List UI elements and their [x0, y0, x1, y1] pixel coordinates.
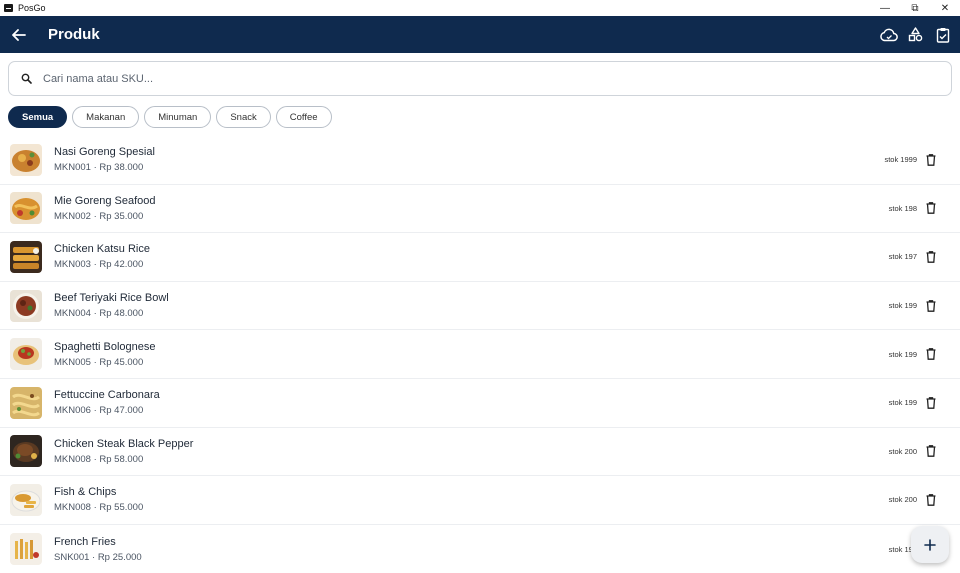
app-bar: Produk — [0, 16, 960, 53]
search-icon — [20, 73, 32, 85]
clipboard-check-icon — [936, 27, 949, 43]
product-sku-price: MKN008 · Rp 55.000 — [54, 502, 144, 514]
delete-product-button[interactable] — [924, 347, 937, 361]
search-box — [8, 61, 952, 96]
window-controls: — ⧉ ✕ — [870, 0, 960, 16]
product-row[interactable]: Spaghetti Bolognese MKN005 · Rp 45.000 s… — [0, 330, 960, 379]
add-product-button[interactable] — [911, 526, 949, 563]
back-arrow-icon — [12, 28, 26, 41]
trash-icon — [926, 299, 935, 312]
back-button[interactable] — [10, 26, 28, 44]
product-row[interactable]: Chicken Steak Black Pepper MKN008 · Rp 5… — [0, 428, 960, 477]
sync-button[interactable] — [875, 21, 902, 48]
product-stock: stok 199 — [888, 398, 917, 408]
trash-icon — [926, 396, 935, 409]
product-row[interactable]: Beef Teriyaki Rice Bowl MKN004 · Rp 48.0… — [0, 282, 960, 331]
category-icon — [908, 27, 923, 42]
delete-product-button[interactable] — [924, 299, 937, 313]
product-sku-price: MKN001 · Rp 38.000 — [54, 162, 144, 174]
category-filter-chips: Semua Makanan Minuman Snack Coffee — [8, 106, 337, 128]
product-sku-price: SNK001 · Rp 25.000 — [54, 551, 142, 563]
filter-chip-semua[interactable]: Semua — [8, 106, 68, 128]
product-thumbnail — [10, 192, 42, 225]
filter-chip-makanan[interactable]: Makanan — [72, 106, 140, 128]
product-name: French Fries — [54, 535, 116, 548]
product-stock: stok 198 — [888, 203, 917, 213]
app-icon — [4, 4, 13, 12]
product-stock: stok 197 — [888, 252, 917, 262]
product-row[interactable]: Fish & Chips MKN008 · Rp 55.000 stok 200 — [0, 476, 960, 525]
product-row[interactable]: Nasi Goreng Spesial MKN001 · Rp 38.000 s… — [0, 136, 960, 185]
product-name: Fettuccine Carbonara — [54, 389, 160, 402]
product-name: Spaghetti Bolognese — [54, 340, 156, 353]
product-list: Nasi Goreng Spesial MKN001 · Rp 38.000 s… — [0, 136, 960, 573]
product-row[interactable]: Fettuccine Carbonara MKN006 · Rp 47.000 … — [0, 379, 960, 428]
product-name: Chicken Katsu Rice — [54, 243, 150, 256]
trash-icon — [926, 251, 935, 263]
product-sku-price: MKN005 · Rp 45.000 — [54, 356, 144, 368]
product-sku-price: MKN002 · Rp 35.000 — [54, 210, 144, 222]
product-stock: stok 1999 — [884, 155, 917, 165]
trash-icon — [926, 202, 935, 215]
product-thumbnail — [10, 435, 42, 468]
cloud-sync-icon — [879, 28, 898, 41]
product-row[interactable]: French Fries SNK001 · Rp 25.000 stok 199 — [0, 525, 960, 573]
filter-chip-snack[interactable]: Snack — [216, 106, 271, 128]
product-name: Chicken Steak Black Pepper — [54, 437, 194, 450]
product-row[interactable]: Mie Goreng Seafood MKN002 · Rp 35.000 st… — [0, 185, 960, 234]
filter-chip-coffee[interactable]: Coffee — [275, 106, 332, 128]
search-input[interactable] — [43, 72, 923, 85]
product-stock: stok 200 — [888, 446, 917, 456]
delete-product-button[interactable] — [924, 444, 937, 458]
product-thumbnail — [10, 483, 42, 516]
trash-icon — [926, 494, 935, 506]
product-sku-price: MKN008 · Rp 58.000 — [54, 453, 144, 465]
product-stock: stok 199 — [888, 301, 917, 311]
delete-product-button[interactable] — [924, 493, 937, 507]
product-name: Beef Teriyaki Rice Bowl — [54, 292, 169, 305]
window-title: PosGo — [18, 3, 46, 13]
product-stock: stok 199 — [888, 349, 917, 359]
minimize-button[interactable]: — — [870, 0, 900, 16]
delete-product-button[interactable] — [924, 250, 937, 264]
product-name: Nasi Goreng Spesial — [54, 146, 155, 159]
product-thumbnail — [10, 533, 42, 566]
filter-chip-minuman[interactable]: Minuman — [144, 106, 212, 128]
product-thumbnail — [10, 240, 42, 273]
product-name: Mie Goreng Seafood — [54, 194, 156, 207]
delete-product-button[interactable] — [924, 201, 937, 215]
product-sku-price: MKN004 · Rp 48.000 — [54, 308, 144, 320]
add-icon — [924, 538, 936, 551]
stock-opname-button[interactable] — [929, 21, 956, 48]
product-sku-price: MKN006 · Rp 47.000 — [54, 405, 144, 417]
trash-icon — [926, 348, 935, 361]
product-stock: stok 200 — [888, 495, 917, 505]
product-thumbnail — [10, 289, 42, 322]
product-sku-price: MKN003 · Rp 42.000 — [54, 259, 144, 271]
delete-product-button[interactable] — [924, 396, 937, 410]
trash-icon — [926, 153, 935, 166]
page-title: Produk — [48, 26, 100, 43]
appbar-actions — [875, 16, 956, 53]
restore-button[interactable]: ⧉ — [900, 0, 930, 16]
product-thumbnail — [10, 386, 42, 419]
window-titlebar: PosGo — ⧉ ✕ — [0, 0, 960, 16]
product-row[interactable]: Chicken Katsu Rice MKN003 · Rp 42.000 st… — [0, 233, 960, 282]
close-button[interactable]: ✕ — [930, 0, 960, 16]
categories-button[interactable] — [902, 21, 929, 48]
product-name: Fish & Chips — [54, 486, 117, 499]
product-thumbnail — [10, 338, 42, 371]
product-thumbnail — [10, 143, 42, 176]
delete-product-button[interactable] — [924, 153, 937, 167]
trash-icon — [926, 445, 935, 458]
